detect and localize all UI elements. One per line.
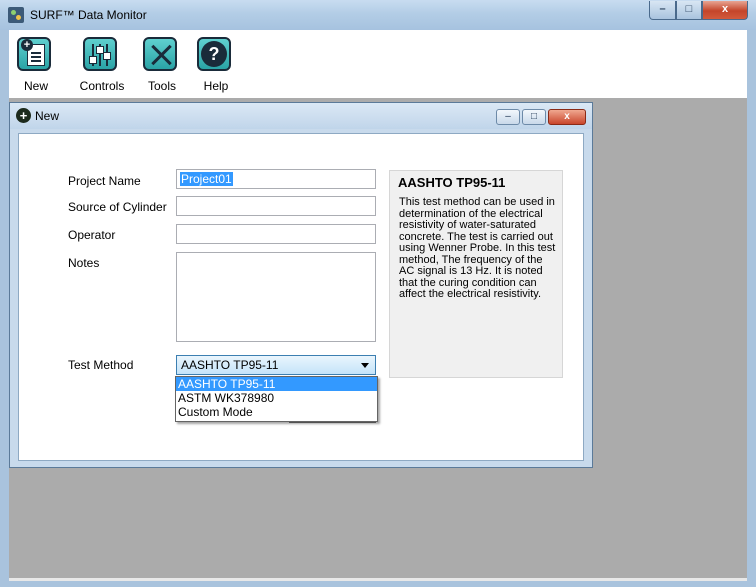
operator-input[interactable] <box>176 224 376 244</box>
new-project-window: + New – □ x Project Name Project01 Sourc… <box>9 102 593 468</box>
controls-label: Controls <box>79 79 125 93</box>
test-method-value: AASHTO TP95-11 <box>181 358 279 372</box>
status-strip <box>9 578 747 581</box>
maximize-button[interactable]: □ <box>676 1 702 20</box>
title-bar[interactable]: SURF™ Data Monitor – □ x <box>0 0 756 30</box>
operator-label: Operator <box>68 228 116 242</box>
app-title: SURF™ Data Monitor <box>30 8 147 22</box>
option-astm[interactable]: ASTM WK378980 <box>176 391 377 405</box>
help-button[interactable]: ? Help <box>193 34 239 94</box>
new-document-icon: + <box>17 37 51 71</box>
child-maximize-button[interactable]: □ <box>522 109 546 125</box>
source-label: Source of Cylinder <box>68 200 167 214</box>
project-name-input[interactable]: Project01 <box>176 169 376 189</box>
method-info-title: AASHTO TP95-11 <box>398 175 506 190</box>
main-window: SURF™ Data Monitor – □ x + New Controls <box>0 0 756 587</box>
help-label: Help <box>203 79 229 93</box>
method-info-text: This test method can be used in determin… <box>399 196 556 300</box>
test-method-label: Test Method <box>68 358 134 372</box>
close-button[interactable]: x <box>702 1 748 20</box>
child-title: New <box>35 109 60 123</box>
toolbar: + New Controls Tools ? Help <box>9 30 747 98</box>
notes-label: Notes <box>68 256 100 270</box>
test-method-select[interactable]: AASHTO TP95-11 <box>176 355 376 375</box>
test-method-dropdown: AASHTO TP95-11 ASTM WK378980 Custom Mode <box>175 376 378 422</box>
add-icon: + <box>16 108 31 123</box>
option-custom[interactable]: Custom Mode <box>176 405 377 419</box>
app-icon <box>8 7 24 23</box>
child-minimize-button[interactable]: – <box>496 109 520 125</box>
chevron-down-icon <box>361 363 369 368</box>
tools-label: Tools <box>147 79 176 93</box>
child-title-bar[interactable]: + New – □ x <box>10 103 592 129</box>
new-label: New <box>23 79 48 93</box>
notes-textarea[interactable] <box>176 252 376 342</box>
tools-button[interactable]: Tools <box>139 34 185 94</box>
form-area: Project Name Project01 Source of Cylinde… <box>18 133 584 461</box>
tools-icon <box>143 37 177 71</box>
source-input[interactable] <box>176 196 376 216</box>
option-aashto[interactable]: AASHTO TP95-11 <box>176 377 377 391</box>
new-button[interactable]: + New <box>13 34 59 94</box>
project-name-label: Project Name <box>68 174 141 188</box>
minimize-button[interactable]: – <box>649 1 676 20</box>
child-close-button[interactable]: x <box>548 109 586 125</box>
help-icon: ? <box>197 37 231 71</box>
controls-button[interactable]: Controls <box>79 34 125 94</box>
method-info-panel: AASHTO TP95-11 This test method can be u… <box>389 170 563 378</box>
sliders-icon <box>83 37 117 71</box>
